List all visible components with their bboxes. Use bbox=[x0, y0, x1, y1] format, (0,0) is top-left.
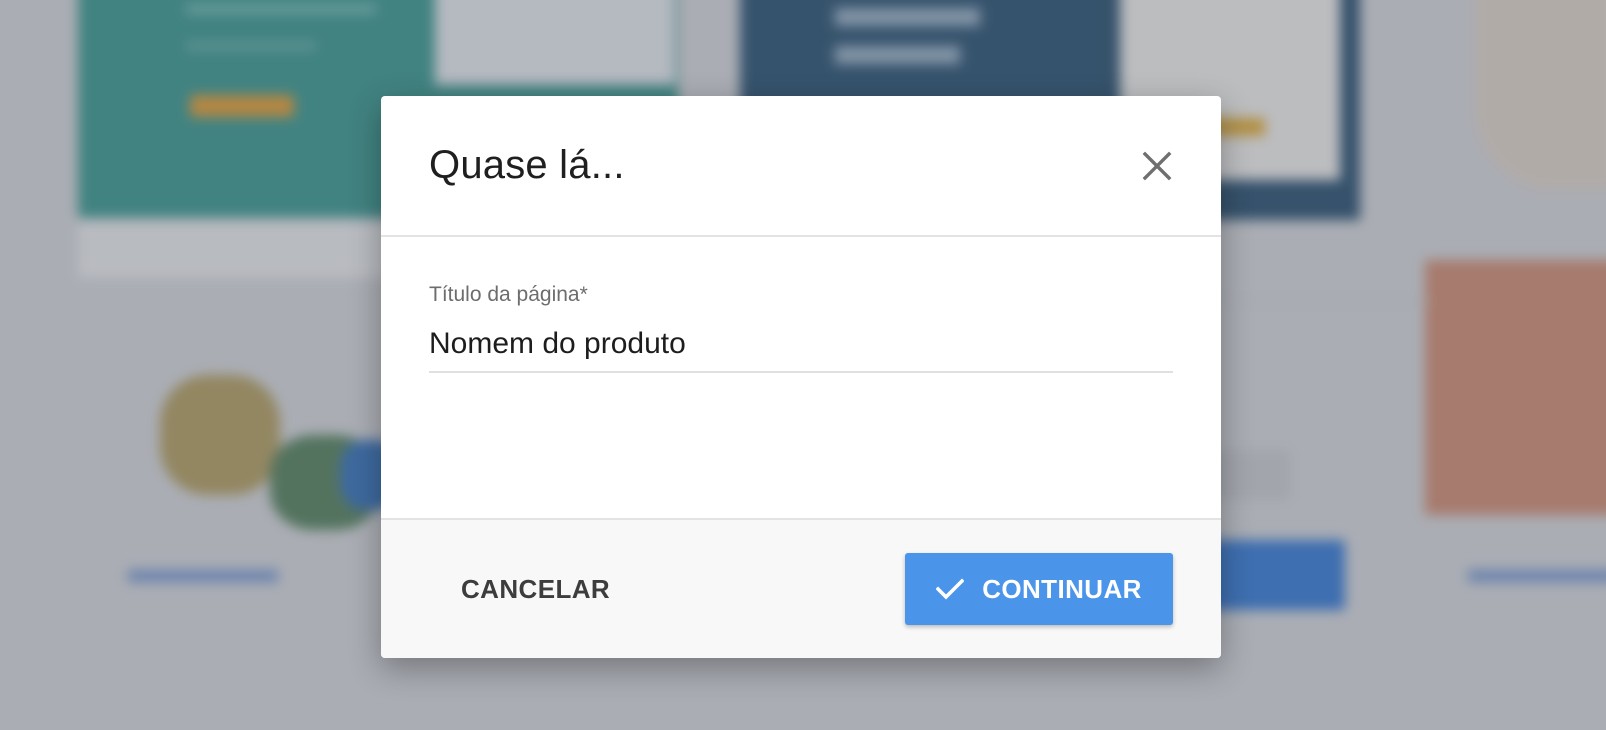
close-button[interactable] bbox=[1135, 144, 1179, 188]
modal-dialog: Quase lá... Título da página* CANCELAR C… bbox=[381, 96, 1221, 658]
modal-title: Quase lá... bbox=[429, 143, 625, 187]
continue-button[interactable]: CONTINUAR bbox=[905, 553, 1173, 625]
cancel-button[interactable]: CANCELAR bbox=[429, 562, 642, 617]
page-title-input[interactable] bbox=[429, 325, 1173, 373]
page-title-label: Título da página* bbox=[429, 283, 588, 306]
modal-header: Quase lá... bbox=[381, 96, 1221, 237]
close-icon bbox=[1142, 151, 1172, 180]
modal-body: Título da página* bbox=[381, 237, 1221, 518]
continue-label: CONTINUAR bbox=[982, 573, 1142, 604]
modal-footer: CANCELAR CONTINUAR bbox=[381, 518, 1221, 658]
check-icon bbox=[936, 578, 965, 600]
